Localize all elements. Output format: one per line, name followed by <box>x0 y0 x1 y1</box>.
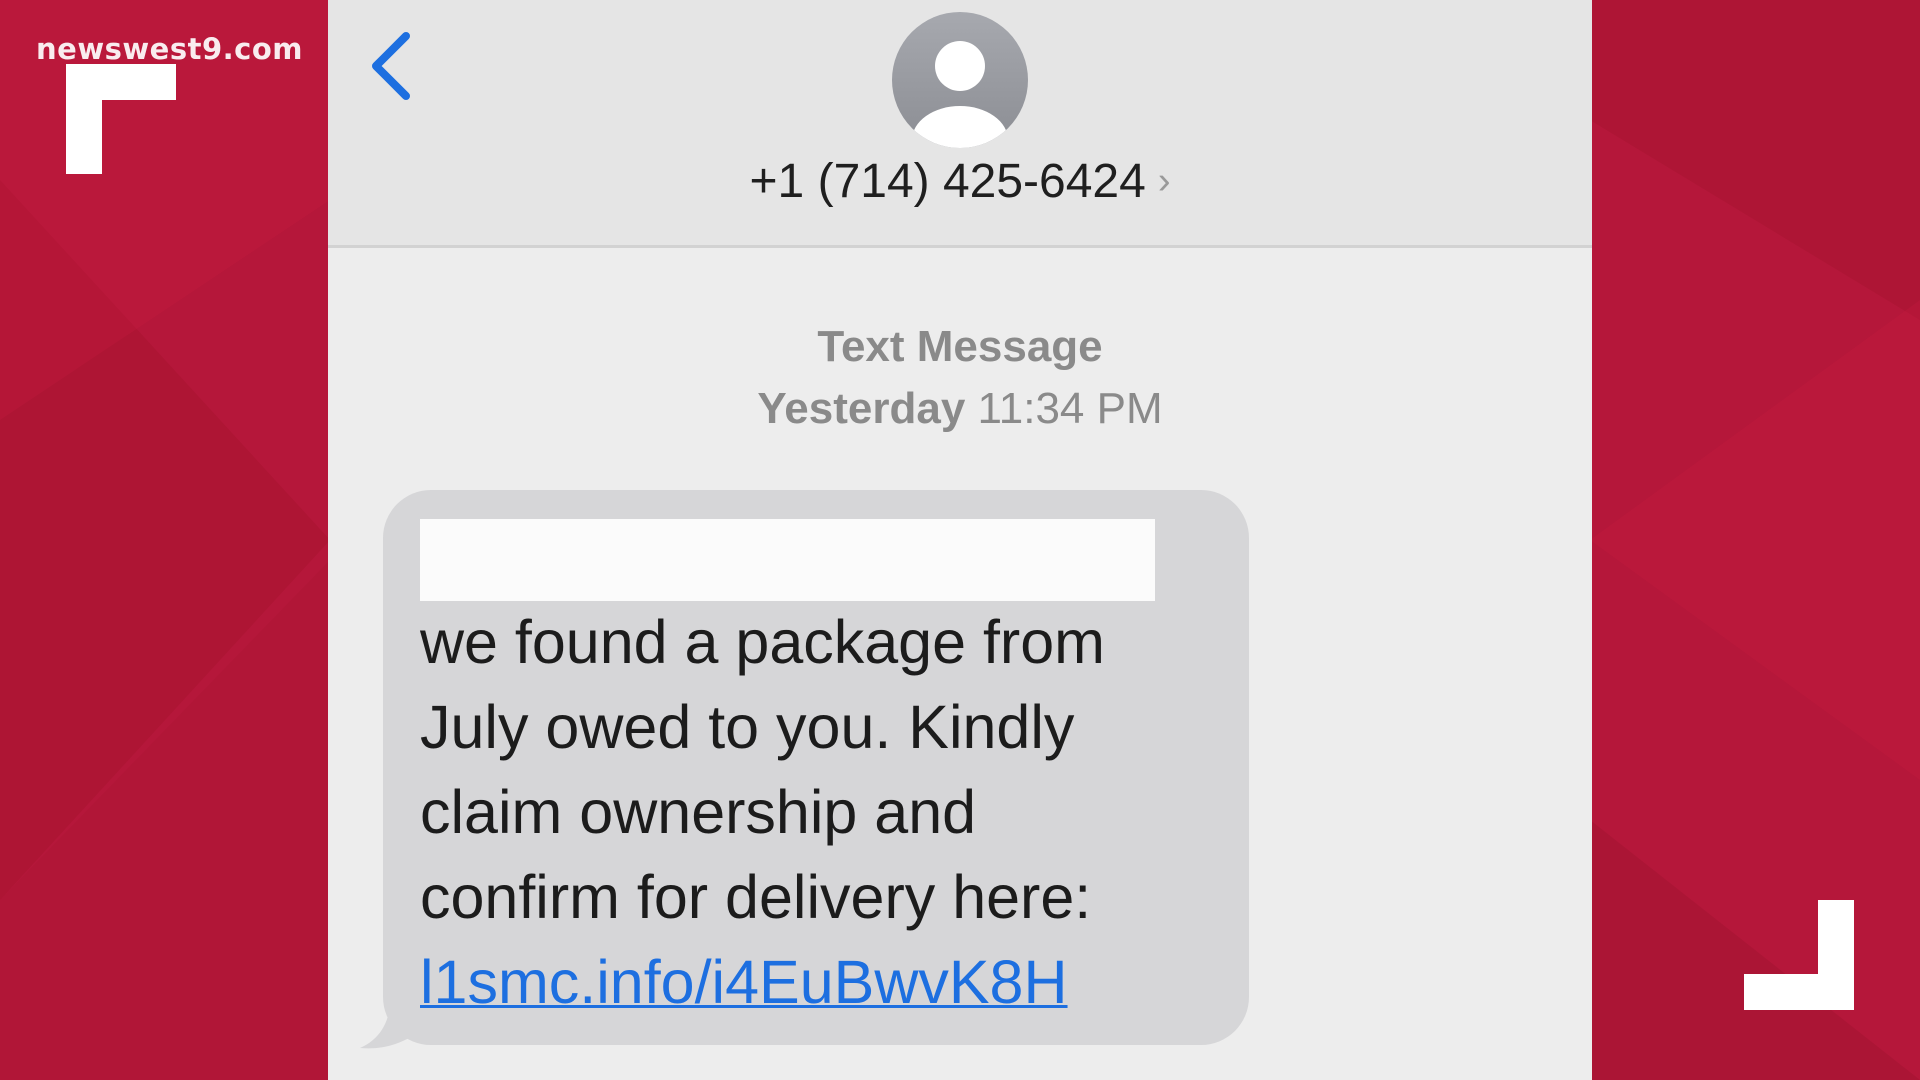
corner-bracket-top-left <box>66 64 176 174</box>
conversation-header: +1 (714) 425-6424 › <box>328 0 1592 248</box>
corner-bracket-bottom-right <box>1744 900 1854 1010</box>
service-label: Text Message <box>817 322 1103 371</box>
phone-screenshot: +1 (714) 425-6424 › Text Message Yesterda… <box>328 0 1592 1080</box>
contact-number: +1 (714) 425-6424 <box>749 155 1146 208</box>
chevron-left-icon <box>372 32 410 100</box>
message-line: confirm for delivery here: <box>420 863 1092 931</box>
chevron-right-icon: › <box>1157 160 1171 202</box>
redaction-box <box>420 519 1155 601</box>
contact-avatar-icon[interactable] <box>892 12 1028 148</box>
message-line: claim ownership and <box>420 778 977 846</box>
message-line: we found a package from <box>420 608 1105 676</box>
back-button[interactable] <box>366 30 418 110</box>
message-line: July owed to you. Kindly <box>420 693 1075 761</box>
station-watermark: newswest9.com <box>36 32 303 66</box>
broadcast-frame: newswest9.com +1 (714) 425-6424 › Text M… <box>0 0 1920 1080</box>
contact-name-button[interactable]: +1 (714) 425-6424 › <box>328 154 1592 209</box>
message-link[interactable]: l1smc.info/i4EuBwvK8H <box>420 948 1068 1016</box>
day-label: Yesterday <box>757 384 966 433</box>
time-label: 11:34 PM <box>977 384 1163 433</box>
message-timestamp: Text Message Yesterday 11:34 PM <box>328 316 1592 440</box>
message-text: we found a package from July owed to you… <box>420 600 1240 1025</box>
